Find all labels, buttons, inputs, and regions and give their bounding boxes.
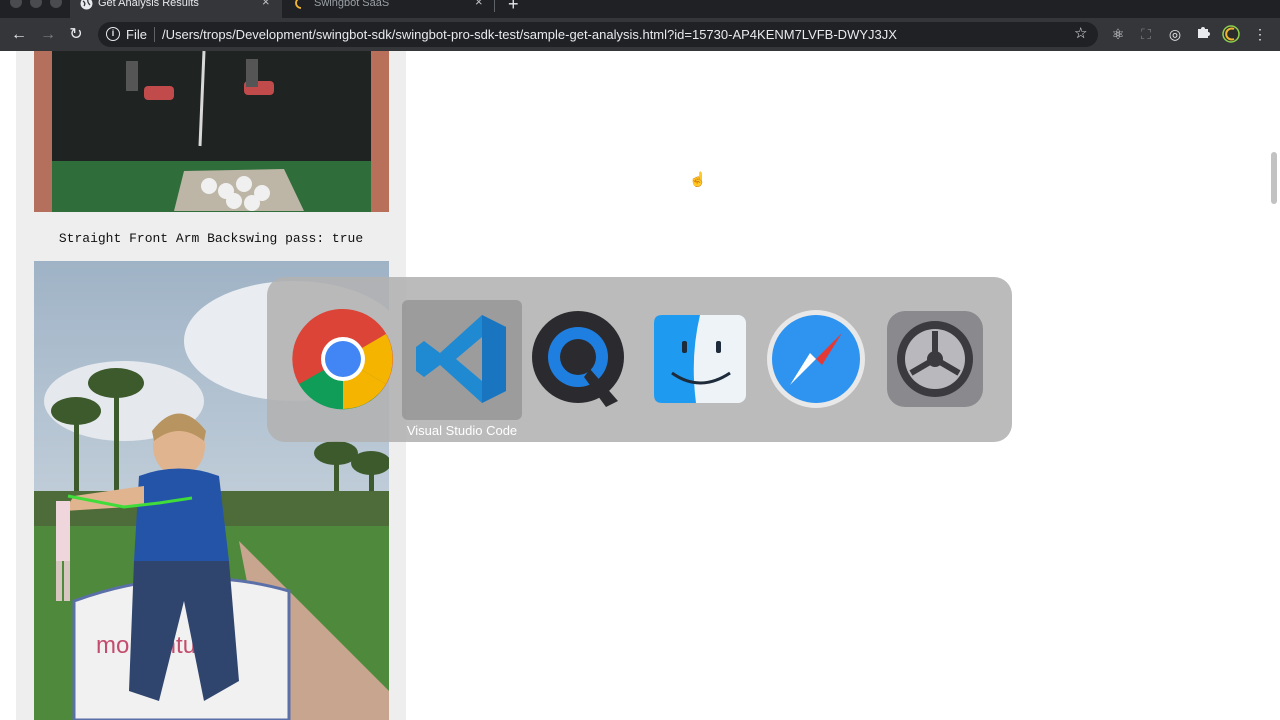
- chrome-icon[interactable]: [291, 307, 395, 411]
- swing-frame-image-top: [34, 51, 389, 212]
- tab-swingbot-saas[interactable]: Swingbot SaaS ×: [284, 0, 496, 18]
- result-text: Straight Front Arm Backswing pass: true: [58, 231, 364, 246]
- omnibox-divider: [154, 27, 155, 42]
- scrollbar[interactable]: [1271, 152, 1277, 204]
- minimize-window-button[interactable]: [30, 0, 42, 8]
- tab-title: Swingbot SaaS: [314, 0, 390, 9]
- safari-icon[interactable]: [764, 307, 868, 411]
- quicktime-icon[interactable]: [528, 307, 632, 411]
- close-tab-icon[interactable]: ×: [262, 0, 270, 8]
- close-window-button[interactable]: [10, 0, 22, 8]
- target-icon[interactable]: ◎: [1166, 25, 1184, 43]
- hand-cursor-icon: ☝: [689, 171, 707, 187]
- back-button[interactable]: ←: [8, 24, 30, 46]
- reload-button[interactable]: ↻: [65, 24, 87, 46]
- screen-capture-icon[interactable]: ⛶: [1137, 25, 1155, 43]
- scheme-label: File: [126, 27, 147, 42]
- profile-icon[interactable]: [1222, 25, 1240, 43]
- close-tab-icon[interactable]: ×: [475, 0, 483, 8]
- address-bar[interactable]: i File /Users/trops/Development/swingbot…: [98, 22, 1098, 47]
- url-text[interactable]: /Users/trops/Development/swingbot-sdk/sw…: [162, 27, 897, 42]
- globe-icon: [80, 0, 93, 10]
- new-tab-button[interactable]: +: [508, 0, 519, 15]
- menu-icon[interactable]: ⋮: [1251, 25, 1269, 43]
- visual-studio-code-icon[interactable]: [410, 307, 514, 411]
- star-icon[interactable]: ☆: [1074, 24, 1087, 42]
- info-icon[interactable]: i: [106, 27, 120, 41]
- swingbot-favicon-icon: [295, 0, 302, 9]
- tab-strip: Get Analysis Results × Swingbot SaaS × +: [0, 0, 1280, 18]
- tab-title: Get Analysis Results: [98, 0, 199, 9]
- zoom-window-button[interactable]: [50, 0, 62, 8]
- system-preferences-icon[interactable]: [883, 307, 987, 411]
- app-switcher: Visual Studio Code: [267, 277, 1012, 442]
- tab-get-analysis-results[interactable]: Get Analysis Results ×: [70, 0, 282, 18]
- tab-separator: [494, 0, 495, 12]
- selected-app-label: Visual Studio Code: [406, 423, 518, 438]
- react-icon[interactable]: ⚛: [1109, 25, 1127, 43]
- puzzle-icon[interactable]: [1194, 25, 1212, 43]
- finder-icon[interactable]: [648, 307, 752, 411]
- browser-toolbar: ← → ↻ i File /Users/trops/Development/sw…: [0, 18, 1280, 51]
- forward-button[interactable]: →: [37, 24, 59, 46]
